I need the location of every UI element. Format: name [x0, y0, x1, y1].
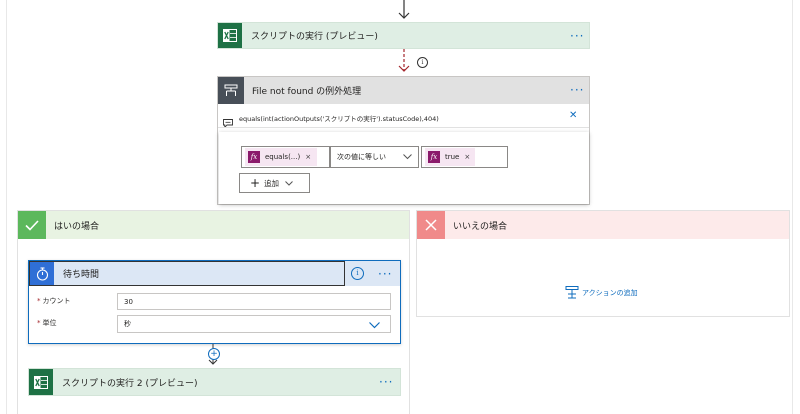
remove-left-operand[interactable]: × — [305, 153, 311, 161]
chevron-down-icon — [369, 322, 380, 329]
insert-step-plus-icon[interactable]: + — [208, 348, 220, 360]
info-icon[interactable]: i — [417, 57, 428, 68]
close-expression-icon[interactable]: ✕ — [569, 110, 577, 121]
fx-icon: fx — [248, 151, 260, 163]
run-script-2-title: スクリプトの実行 2 (プレビュー) — [62, 378, 198, 389]
left-operand-label: equals(...) — [265, 153, 301, 161]
operator-label: 次の値に等しい — [337, 153, 386, 161]
right-operand-label: true — [445, 153, 460, 161]
failure-connector-arrow — [398, 49, 410, 72]
expression-divider — [218, 127, 589, 128]
cross-icon — [417, 211, 445, 239]
excel-icon — [29, 369, 53, 395]
top-arrow — [398, 0, 410, 19]
comment-icon — [223, 113, 233, 132]
add-action-link[interactable]: アクションの追加 — [565, 286, 638, 299]
unit-label: * 単位 — [37, 319, 57, 327]
add-button[interactable]: + 追加 — [239, 173, 310, 193]
no-branch-title: いいえの場合 — [453, 221, 508, 232]
count-label: * カウント — [37, 297, 71, 305]
fx-icon: fx — [428, 151, 440, 163]
add-action-icon — [565, 286, 579, 299]
right-operand-pill[interactable]: fx true × — [425, 148, 475, 166]
chevron-down-icon — [403, 154, 412, 160]
delay-title: 待ち時間 — [63, 270, 100, 280]
timer-icon — [30, 262, 54, 285]
add-label: 追加 — [264, 178, 280, 188]
remove-right-operand[interactable]: × — [464, 153, 470, 161]
excel-icon — [218, 23, 242, 48]
run-script-2-more-button[interactable]: ··· — [379, 376, 393, 388]
run-script-action[interactable]: スクリプトの実行 (プレビュー) ··· — [217, 22, 590, 49]
plus-icon: + — [250, 176, 261, 190]
left-operand-pill[interactable]: fx equals(...) × — [245, 148, 317, 166]
right-lane-line — [792, 0, 793, 414]
delay-more-button[interactable]: ··· — [378, 268, 392, 280]
chevron-down-icon — [285, 180, 293, 186]
no-branch: いいえの場合 アクションの追加 — [416, 210, 790, 317]
delay-info-icon[interactable]: i — [351, 267, 364, 280]
condition-expression: equals(int(actionOutputs('スクリプトの実行').sta… — [239, 115, 439, 123]
run-script-more-button[interactable]: ··· — [570, 30, 584, 42]
checkmark-icon — [18, 211, 46, 239]
left-lane-line — [6, 0, 7, 414]
operator-select[interactable]: 次の値に等しい — [330, 146, 419, 168]
yes-branch-title: はいの場合 — [54, 221, 100, 232]
run-script-title: スクリプトの実行 (プレビュー) — [251, 32, 378, 42]
run-script-2-action[interactable]: スクリプトの実行 2 (プレビュー) ··· — [28, 368, 401, 396]
scope-more-button[interactable]: ··· — [570, 84, 584, 96]
add-action-label: アクションの追加 — [582, 288, 638, 297]
count-input[interactable]: 30 — [117, 293, 391, 310]
unit-select[interactable]: 秒 — [117, 315, 391, 333]
condition-icon — [218, 77, 244, 104]
delay-action[interactable]: 待ち時間 i ··· * カウント 30 * 単位 秒 — [28, 260, 401, 344]
condition-editor: fx equals(...) × 次の値に等しい fx true × + 追加 — [219, 132, 589, 204]
scope-title: File not found の例外処理 — [252, 87, 362, 97]
